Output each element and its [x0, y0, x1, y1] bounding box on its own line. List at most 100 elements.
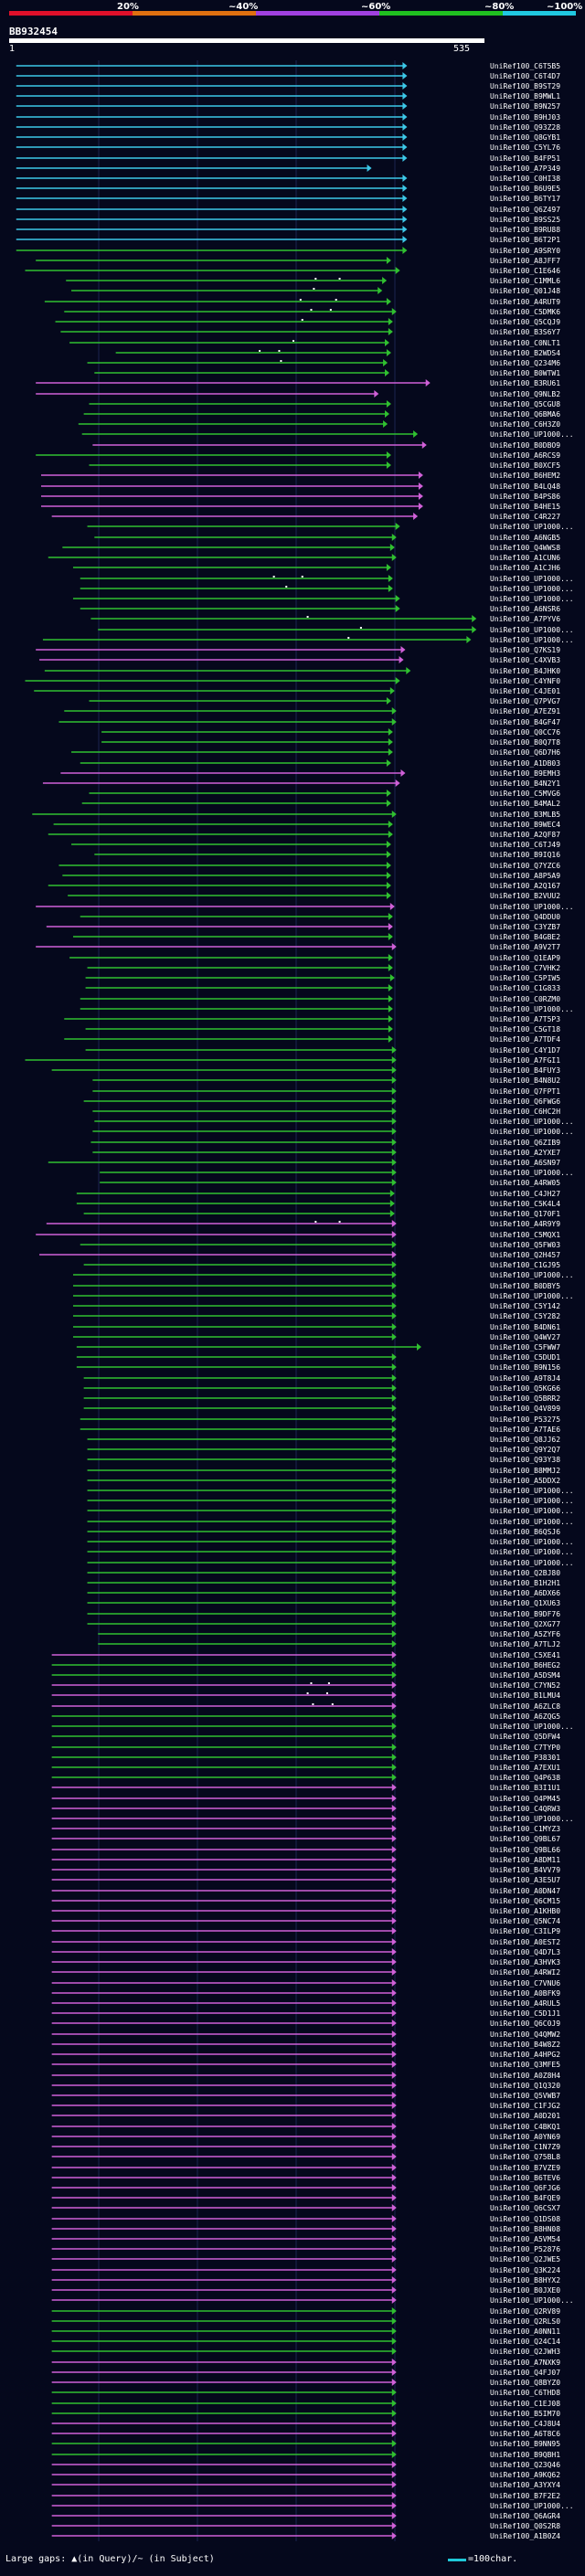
hit-label[interactable]: UniRef100_UP1000... — [490, 1271, 574, 1279]
hit-label[interactable]: UniRef100_Q6BMA6 — [490, 410, 560, 419]
hit-row[interactable]: UniRef100_UP1000... — [87, 1548, 574, 1556]
hit-label[interactable]: UniRef100_A1KHB0 — [490, 1907, 560, 1915]
hit-label[interactable]: UniRef100_B8MMJ2 — [490, 1467, 560, 1475]
hit-row[interactable]: UniRef100_Q6ZIB9 — [90, 1139, 560, 1147]
hit-row[interactable]: UniRef100_C6T4D7 — [16, 72, 560, 80]
hit-row[interactable]: UniRef100_A5VM54 — [51, 2235, 561, 2243]
hit-row[interactable]: UniRef100_A2YXE7 — [92, 1149, 560, 1157]
hit-label[interactable]: UniRef100_B4FP51 — [490, 154, 560, 163]
hit-label[interactable]: UniRef100_A5VM54 — [490, 2235, 560, 2243]
hit-label[interactable]: UniRef100_C1EJ08 — [490, 2400, 560, 2408]
hit-row[interactable]: UniRef100_C4R227 — [51, 513, 561, 521]
hit-row[interactable]: UniRef100_A6ZLC8 — [51, 1702, 561, 1711]
hit-row[interactable]: UniRef100_B9SS25 — [16, 216, 560, 224]
hit-label[interactable]: UniRef100_Q2JWH3 — [490, 2348, 560, 2356]
hit-label[interactable]: UniRef100_UP1000... — [490, 1292, 574, 1300]
hit-row[interactable]: UniRef100_UP1000... — [72, 1292, 574, 1300]
hit-label[interactable]: UniRef100_A4RW05 — [490, 1179, 560, 1187]
hit-row[interactable]: UniRef100_B6TEV6 — [51, 2174, 561, 2182]
hit-row[interactable]: UniRef100_A0EST2 — [51, 1938, 561, 1946]
hit-label[interactable]: UniRef100_A5DSM4 — [490, 1671, 560, 1680]
hit-label[interactable]: UniRef100_C5Y282 — [490, 1312, 560, 1320]
hit-label[interactable]: UniRef100_A0NN11 — [490, 2327, 560, 2336]
hit-label[interactable]: UniRef100_C5MQX1 — [490, 1231, 560, 1239]
hit-row[interactable]: UniRef100_Q7FPT1 — [92, 1087, 560, 1096]
hit-label[interactable]: UniRef100_A6DX66 — [490, 1589, 560, 1597]
hit-row[interactable]: UniRef100_A5DDX2 — [87, 1477, 561, 1485]
hit-label[interactable]: UniRef100_B6HEM2 — [490, 472, 560, 480]
hit-row[interactable]: UniRef100_B9HJ03 — [16, 113, 560, 122]
hit-row[interactable]: UniRef100_A8P5A9 — [62, 872, 560, 880]
hit-row[interactable]: UniRef100_B3I1U1 — [51, 1784, 561, 1792]
hit-row[interactable]: UniRef100_Q9Y2Q7 — [87, 1446, 561, 1454]
hit-row[interactable]: UniRef100_C1MYZ3 — [51, 1825, 561, 1833]
hit-label[interactable]: UniRef100_Q5CQJ9 — [490, 318, 560, 326]
hit-label[interactable]: UniRef100_C5MVG6 — [490, 790, 560, 798]
hit-label[interactable]: UniRef100_B9NN95 — [490, 2440, 560, 2448]
hit-row[interactable]: UniRef100_A6ZQG5 — [51, 1712, 561, 1721]
hit-label[interactable]: UniRef100_UP1000... — [490, 636, 574, 644]
hit-row[interactable]: UniRef100_C1G833 — [85, 984, 561, 992]
hit-row[interactable]: UniRef100_UP1000... — [87, 1487, 574, 1495]
hit-row[interactable]: UniRef100_Q5BRR2 — [83, 1394, 561, 1403]
hit-row[interactable]: UniRef100_B6TY17 — [16, 195, 560, 203]
hit-row[interactable]: UniRef100_C6TJ49 — [71, 841, 560, 849]
hit-label[interactable]: UniRef100_C5K4L4 — [490, 1200, 560, 1208]
hit-label[interactable]: UniRef100_B4PS86 — [490, 493, 560, 501]
hit-label[interactable]: UniRef100_Q5NC74 — [490, 1917, 560, 1925]
hit-label[interactable]: UniRef100_C0NLT1 — [490, 339, 560, 347]
hit-label[interactable]: UniRef100_B9RU88 — [490, 226, 560, 234]
hit-label[interactable]: UniRef100_UP1000... — [490, 523, 574, 531]
hit-label[interactable]: UniRef100_B8HYX2 — [490, 2276, 560, 2284]
hit-label[interactable]: UniRef100_UP1000... — [490, 1815, 574, 1823]
hit-label[interactable]: UniRef100_Q2H457 — [490, 1251, 560, 1259]
hit-label[interactable]: UniRef100_Q9NLB2 — [490, 390, 560, 398]
hit-row[interactable]: UniRef100_Q7YZC6 — [58, 862, 560, 870]
hit-row[interactable]: UniRef100_A7EZ91 — [64, 707, 560, 716]
hit-label[interactable]: UniRef100_C4JH27 — [490, 1190, 560, 1198]
hit-label[interactable]: UniRef100_Q6C0J9 — [490, 2019, 560, 2028]
hit-label[interactable]: UniRef100_A9T8J4 — [490, 1374, 560, 1383]
hit-label[interactable]: UniRef100_C5XE41 — [490, 1651, 560, 1659]
hit-label[interactable]: UniRef100_A9SRY0 — [490, 247, 560, 255]
hit-label[interactable]: UniRef100_C6TJ49 — [490, 841, 560, 849]
hit-row[interactable]: UniRef100_C1E646 — [25, 267, 560, 275]
hit-label[interactable]: UniRef100_C6THD8 — [490, 2389, 560, 2397]
hit-label[interactable]: UniRef100_Q5KG66 — [490, 1384, 560, 1393]
hit-row[interactable]: UniRef100_Q1DS08 — [51, 2215, 561, 2223]
hit-row[interactable]: UniRef100_A5ZYF6 — [98, 1630, 560, 1638]
hit-label[interactable]: UniRef100_UP1000... — [490, 1005, 574, 1013]
hit-label[interactable]: UniRef100_A1DB03 — [490, 759, 560, 768]
hit-label[interactable]: UniRef100_A0Z8H4 — [490, 2072, 560, 2080]
hit-row[interactable]: UniRef100_UP1000... — [51, 1815, 574, 1823]
hit-row[interactable]: UniRef100_Q3K224 — [51, 2266, 561, 2274]
hit-row[interactable]: UniRef100_UP1000... — [98, 626, 574, 634]
hit-row[interactable]: UniRef100_Q4QMW2 — [51, 2030, 561, 2039]
hit-row[interactable]: UniRef100_Q9NLB2 — [36, 390, 560, 398]
hit-label[interactable]: UniRef100_Q2XG77 — [490, 1620, 560, 1628]
hit-label[interactable]: UniRef100_Q0CC76 — [490, 728, 560, 737]
hit-label[interactable]: UniRef100_Q4V899 — [490, 1405, 560, 1413]
hit-label[interactable]: UniRef100_A7FGI1 — [490, 1056, 560, 1065]
hit-row[interactable]: UniRef100_B4N2Y1 — [42, 779, 560, 788]
hit-row[interactable]: UniRef100_Q6FWG6 — [83, 1097, 561, 1106]
hit-label[interactable]: UniRef100_B5IM70 — [490, 2410, 560, 2418]
hit-row[interactable]: UniRef100_B2VUU2 — [68, 892, 560, 900]
hit-row[interactable]: UniRef100_C7YN52 — [51, 1681, 561, 1690]
hit-row[interactable]: UniRef100_Q1Q320 — [51, 2082, 561, 2090]
hit-row[interactable]: UniRef100_Q2BJ80 — [87, 1569, 561, 1577]
hit-label[interactable]: UniRef100_Q4FJ07 — [490, 2369, 560, 2377]
hit-label[interactable]: UniRef100_UP1000... — [490, 1548, 574, 1556]
hit-label[interactable]: UniRef100_B8HN08 — [490, 2225, 560, 2233]
hit-row[interactable]: UniRef100_Q4P638 — [51, 1774, 561, 1782]
hit-label[interactable]: UniRef100_UP1000... — [490, 2502, 574, 2510]
hit-label[interactable]: UniRef100_A2Q167 — [490, 882, 560, 890]
hit-label[interactable]: UniRef100_Q7PVG7 — [490, 697, 560, 705]
hit-row[interactable]: UniRef100_Q5KG66 — [83, 1384, 561, 1393]
hit-row[interactable]: UniRef100_B9ST29 — [16, 82, 560, 90]
hit-label[interactable]: UniRef100_UP1000... — [490, 2296, 574, 2305]
hit-row[interactable]: UniRef100_B4PS86 — [40, 493, 560, 501]
hit-row[interactable]: UniRef100_Q7PVG7 — [89, 697, 560, 705]
hit-label[interactable]: UniRef100_Q2JWE5 — [490, 2255, 560, 2263]
hit-row[interactable]: UniRef100_B9RU88 — [16, 226, 560, 234]
